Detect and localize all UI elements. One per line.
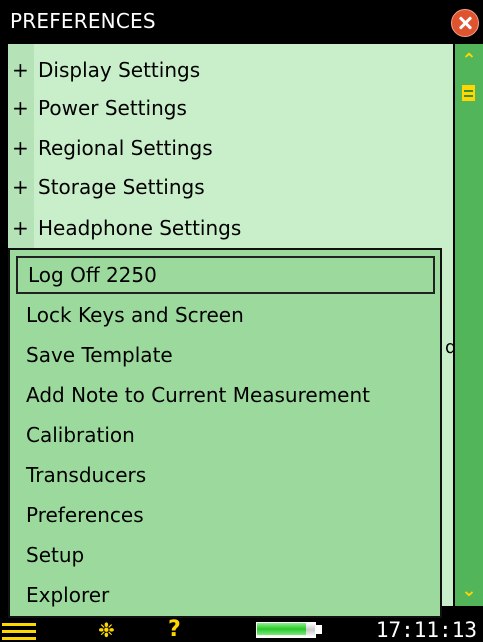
menu-item-save-template[interactable]: Save Template (16, 336, 173, 374)
tree-item-label: Headphone Settings (38, 216, 242, 240)
title-bar: PREFERENCES (0, 0, 483, 44)
expand-icon[interactable]: + (11, 169, 38, 205)
scroll-up-icon[interactable]: ⌃ (459, 52, 479, 70)
tree-item-regional-settings[interactable]: + Regional Settings (11, 130, 213, 166)
menu-item-log-off[interactable]: Log Off 2250 (16, 256, 435, 294)
menu-item-explorer[interactable]: Explorer (16, 576, 109, 614)
tree-item-power-settings[interactable]: + Power Settings (11, 90, 187, 126)
clock: 17:11:13 (375, 618, 477, 642)
tree-item-display-settings[interactable]: + Display Settings (11, 52, 200, 88)
tree-item-headphone-settings[interactable]: + Headphone Settings (11, 210, 241, 246)
close-icon[interactable] (451, 9, 479, 37)
sun-icon[interactable]: ❉ (98, 620, 115, 640)
tree-item-label: Regional Settings (38, 136, 213, 160)
tree-item-storage-settings[interactable]: + Storage Settings (11, 169, 205, 205)
window-title: PREFERENCES (10, 9, 156, 33)
menu-item-transducers[interactable]: Transducers (16, 456, 146, 494)
menu-item-add-note[interactable]: Add Note to Current Measurement (16, 376, 370, 414)
expand-icon[interactable]: + (11, 52, 38, 88)
menu-item-lock-keys[interactable]: Lock Keys and Screen (16, 296, 244, 334)
expand-icon[interactable]: + (11, 210, 38, 246)
shortcut-menu: Log Off 2250 Lock Keys and Screen Save T… (8, 248, 442, 618)
tree-item-label: Display Settings (38, 58, 201, 82)
expand-icon[interactable]: + (11, 130, 38, 166)
scroll-thumb[interactable] (462, 85, 475, 101)
tree-item-label: Storage Settings (38, 175, 205, 199)
menu-item-setup[interactable]: Setup (16, 536, 84, 574)
scrollbar[interactable]: ⌃ ⌄ (455, 44, 483, 606)
help-icon[interactable]: ? (168, 619, 181, 641)
expand-icon[interactable]: + (11, 90, 38, 126)
tree-item-label: Power Settings (38, 96, 187, 120)
scroll-down-icon[interactable]: ⌄ (459, 582, 479, 600)
menu-item-preferences[interactable]: Preferences (16, 496, 144, 534)
battery-icon[interactable] (256, 622, 326, 638)
status-bar: ❉ ? 17:11:13 (0, 618, 483, 642)
menu-icon[interactable] (2, 623, 36, 641)
menu-item-calibration[interactable]: Calibration (16, 416, 135, 454)
battery-level-fill (257, 623, 306, 635)
